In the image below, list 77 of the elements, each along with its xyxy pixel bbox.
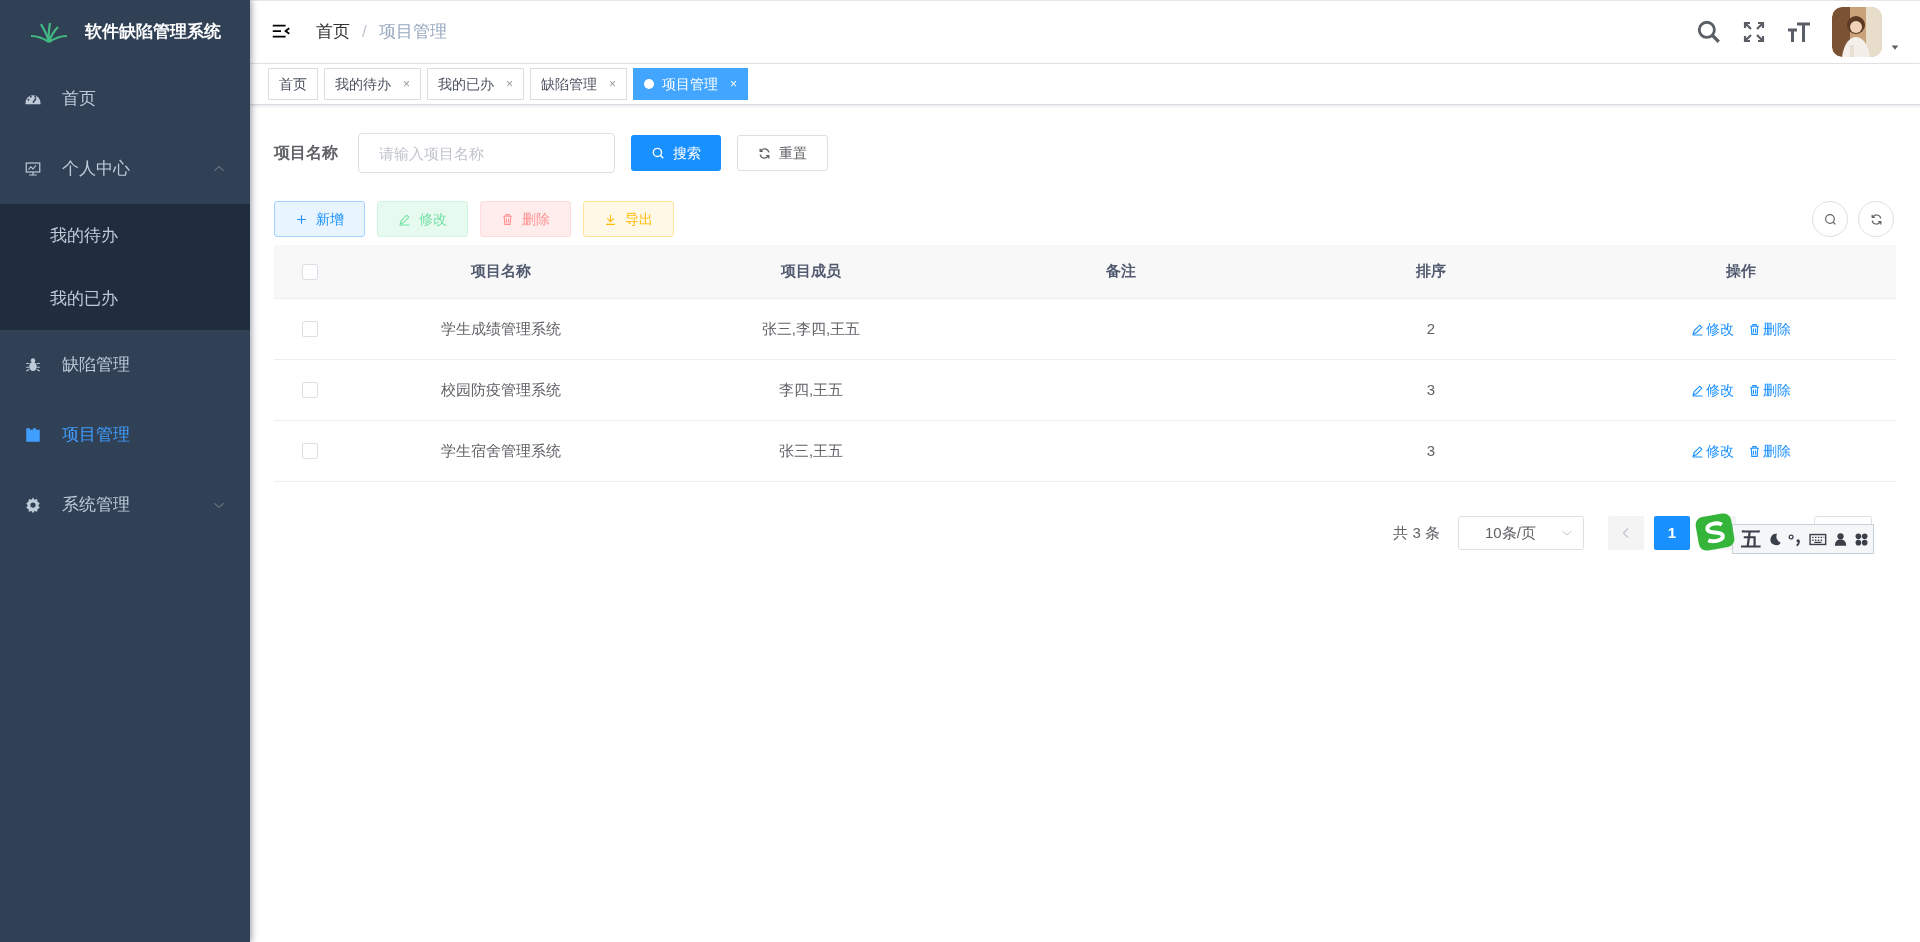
close-icon[interactable]: × bbox=[609, 75, 617, 93]
table-cell: 张三,李四,王五 bbox=[761, 319, 861, 337]
column-header: 项目成员 bbox=[780, 261, 842, 282]
app-title: 软件缺陷管理系统 bbox=[85, 21, 221, 44]
column-header: 操作 bbox=[1725, 261, 1757, 282]
pencil-icon bbox=[398, 212, 411, 226]
select-all-checkbox[interactable] bbox=[302, 263, 318, 280]
sidebar-item[interactable]: 缺陷管理 bbox=[0, 330, 250, 400]
tab[interactable]: 我的已办 × bbox=[427, 68, 525, 100]
trash-icon bbox=[501, 212, 514, 226]
table-cell: 学生宿舍管理系统 bbox=[441, 441, 561, 459]
person-icon bbox=[1832, 530, 1848, 548]
edit-link[interactable]: 修改 bbox=[1691, 440, 1734, 462]
submenu-item[interactable]: 我的待办 bbox=[0, 204, 250, 267]
sidebar-item[interactable]: 项目管理 bbox=[0, 400, 250, 470]
close-icon[interactable]: × bbox=[730, 75, 738, 93]
table-cell: 校园防疫管理系统 bbox=[441, 380, 561, 398]
pencil-icon bbox=[1691, 383, 1704, 397]
column-header: 项目名称 bbox=[470, 261, 532, 282]
breadcrumb-item[interactable]: 首页 bbox=[316, 19, 350, 45]
breadcrumb-item: 项目管理 bbox=[378, 21, 447, 44]
pencil-icon bbox=[1691, 444, 1704, 458]
search-icon bbox=[651, 146, 665, 160]
table-cell: 2 bbox=[1426, 319, 1436, 337]
field-label: 项目名称 bbox=[274, 143, 338, 163]
bug-icon bbox=[24, 356, 42, 374]
edit-link[interactable]: 修改 bbox=[1691, 379, 1734, 401]
trash-icon bbox=[1748, 383, 1761, 397]
fullscreen-icon bbox=[1742, 20, 1766, 44]
table-cell: 李四,王五 bbox=[778, 380, 844, 398]
pencil-icon bbox=[1691, 322, 1704, 336]
table-cell: 张三,王五 bbox=[778, 441, 844, 459]
page-size-select[interactable]: 10条/页 bbox=[1458, 516, 1584, 550]
folder-icon bbox=[24, 426, 42, 444]
column-header: 备注 bbox=[1105, 261, 1137, 282]
prev-page-button[interactable] bbox=[1608, 516, 1644, 550]
trash-icon bbox=[1748, 444, 1761, 458]
table-cell: 3 bbox=[1426, 380, 1436, 398]
download-icon bbox=[604, 212, 617, 226]
row-checkbox[interactable] bbox=[302, 382, 318, 398]
total-count: 共 3 条 bbox=[1393, 522, 1440, 543]
delete-link[interactable]: 删除 bbox=[1748, 318, 1791, 340]
tab[interactable]: 项目管理 × bbox=[633, 68, 749, 100]
submenu-item[interactable]: 我的已办 bbox=[0, 267, 250, 330]
delete-link[interactable]: 删除 bbox=[1748, 379, 1791, 401]
table-cell: 3 bbox=[1426, 441, 1436, 459]
add-button[interactable]: 新增 bbox=[274, 201, 365, 237]
refresh-icon bbox=[758, 146, 771, 160]
row-checkbox[interactable] bbox=[302, 321, 318, 337]
edit-link[interactable]: 修改 bbox=[1691, 318, 1734, 340]
trash-icon bbox=[1748, 322, 1761, 336]
close-icon[interactable]: × bbox=[403, 75, 410, 93]
sidebar-item[interactable]: 首页 bbox=[0, 64, 250, 134]
text-size-icon bbox=[1786, 20, 1812, 44]
breadcrumb-separator: / bbox=[362, 21, 367, 44]
reset-button[interactable]: 重置 bbox=[737, 135, 828, 171]
monitor-icon bbox=[24, 160, 42, 178]
input-mode-label[interactable]: 五 bbox=[1741, 529, 1761, 549]
tab[interactable]: 缺陷管理 × bbox=[530, 68, 628, 100]
page-button[interactable]: 1 bbox=[1654, 516, 1690, 550]
input-field[interactable]: 请输入项目名称 bbox=[358, 133, 615, 173]
sidebar-item[interactable]: 个人中心 bbox=[0, 134, 250, 204]
tab[interactable]: 首页 bbox=[268, 68, 318, 100]
plus-icon bbox=[295, 212, 308, 226]
sidebar-item[interactable]: 系统管理 bbox=[0, 470, 250, 540]
delete-link[interactable]: 删除 bbox=[1748, 440, 1791, 462]
grass-logo-icon bbox=[29, 20, 69, 44]
close-icon[interactable]: × bbox=[506, 75, 514, 93]
search-icon bbox=[1696, 19, 1722, 45]
refresh-icon bbox=[1869, 212, 1883, 226]
column-header: 排序 bbox=[1415, 261, 1447, 282]
search-button[interactable]: 搜索 bbox=[631, 135, 721, 171]
gear-icon bbox=[24, 496, 42, 514]
row-checkbox[interactable] bbox=[302, 443, 318, 459]
tab[interactable]: 我的待办 × bbox=[324, 68, 421, 100]
table-cell: 学生成绩管理系统 bbox=[441, 319, 561, 337]
search-icon bbox=[1823, 212, 1837, 226]
